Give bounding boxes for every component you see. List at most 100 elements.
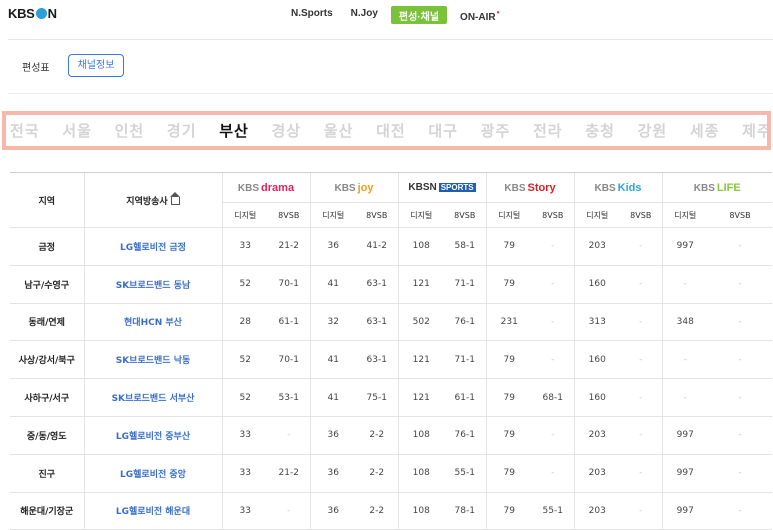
tab-channel-info[interactable]: 채널정보 — [68, 54, 124, 77]
region-tab[interactable]: 울산 — [324, 120, 376, 141]
main-nav: N.Sports N.Joy 편성·채널 ON-AIR• — [282, 6, 508, 24]
digital-subheader: 디지털 — [397, 202, 444, 228]
channel-logo: KBS drama — [238, 182, 294, 194]
8vsb-channel-cell: - — [532, 340, 574, 380]
region-tab[interactable]: 경상 — [271, 120, 323, 141]
kbs-on-logo[interactable]: KBS N — [8, 6, 57, 21]
8vsb-channel-cell: - — [708, 378, 772, 417]
channel-name: Kids — [617, 181, 642, 194]
row-operator-link[interactable]: 현대HCN 부산 — [83, 303, 222, 342]
digital-channel-cell: 203 — [573, 416, 620, 455]
8vsb-channel-cell: 68-1 — [532, 378, 574, 417]
digital-channel-cell: 997 — [661, 492, 708, 530]
digital-channel-cell: 33 — [221, 492, 268, 530]
row-operator-link[interactable]: SK브로드밴드 동남 — [83, 265, 222, 304]
digital-channel-cell: 79 — [485, 227, 532, 266]
8vsb-channel-cell: 76-1 — [444, 416, 486, 455]
nav-nsports[interactable]: N.Sports — [282, 6, 342, 24]
region-tab[interactable]: 광주 — [481, 120, 533, 141]
digital-channel-cell: 231 — [485, 303, 532, 342]
nav-schedule-channel[interactable]: 편성·채널 — [390, 6, 448, 24]
channel-logo: KBSN SPORTS — [408, 182, 476, 193]
digital-channel-cell: 33 — [221, 227, 268, 266]
8vsb-channel-cell: 41-2 — [356, 227, 398, 266]
digital-channel-cell: - — [661, 340, 708, 380]
digital-subheader: 디지털 — [221, 202, 268, 228]
8vsb-channel-cell: - — [708, 265, 772, 304]
digital-channel-cell: 108 — [397, 454, 444, 493]
channel-header: KBS drama — [221, 172, 310, 203]
8vsb-channel-cell: 63-1 — [356, 303, 398, 342]
region-tab[interactable]: 제주 — [742, 120, 767, 141]
row-operator-link[interactable]: SK브로드밴드 서부산 — [83, 378, 222, 417]
col-region-header: 지역 — [10, 172, 84, 228]
region-selector: 전국 서울 인천 경기 부산 경상 울산 대전 대구 광주 전라 충청 강원 세종 제주 — [2, 111, 771, 150]
table-row: 남구/수영구 SK브로드밴드 동남 52 70-1 41 63-1 121 71-1 79-16… — [10, 265, 772, 304]
digital-subheader: 디지털 — [485, 202, 532, 228]
8vsb-channel-cell: - — [532, 265, 574, 304]
nav-njoy[interactable]: N.Joy — [342, 6, 387, 24]
nav-njoy-label: N.Joy — [350, 8, 378, 19]
channel-prefix: KBSN — [408, 182, 437, 193]
digital-channel-cell: 108 — [397, 227, 444, 266]
logo-text-left: KBS — [8, 6, 35, 21]
row-operator-link[interactable]: SK브로드밴드 낙동 — [83, 340, 222, 380]
row-operator-link[interactable]: LG헬로비전 금정 — [83, 227, 222, 266]
digital-channel-cell: 203 — [573, 227, 620, 266]
digital-channel-cell: 160 — [573, 265, 620, 304]
digital-channel-cell: 28 — [221, 303, 268, 342]
row-operator-link[interactable]: LG헬로비전 중부산 — [83, 416, 222, 455]
channel-table: 지역 지역방송사 KBS drama KBS joy KBSN SPORTS KBS Stor… — [10, 172, 772, 530]
region-tab[interactable]: 충청 — [585, 120, 637, 141]
region-tab[interactable]: 대전 — [376, 120, 428, 141]
region-tab[interactable]: 경기 — [167, 120, 219, 141]
region-tab[interactable]: 부산 — [219, 120, 271, 141]
digital-channel-cell: 32 — [309, 303, 356, 342]
digital-channel-cell: 203 — [573, 492, 620, 530]
channel-logo: KBS Story — [504, 181, 556, 194]
8vsb-channel-cell: 71-1 — [444, 340, 486, 380]
channel-name: Story — [527, 181, 556, 194]
region-tab[interactable]: 서울 — [62, 120, 114, 141]
channel-header: KBSN SPORTS — [397, 172, 486, 203]
8vsb-channel-cell: 61-1 — [268, 303, 310, 342]
row-region: 금정 — [10, 227, 84, 266]
table-row: 사상/강서/북구 SK브로드밴드 낙동 52 70-1 41 63-1 121 71-1 79-… — [10, 340, 772, 380]
channel-logo: KBS Kids — [595, 181, 642, 194]
home-icon — [169, 191, 180, 205]
8vsb-channel-cell: 2-2 — [356, 416, 398, 455]
digital-channel-cell: 79 — [485, 416, 532, 455]
digital-channel-cell: 36 — [309, 227, 356, 266]
region-tab[interactable]: 세종 — [690, 120, 742, 141]
8vsb-channel-cell: 71-1 — [444, 265, 486, 304]
region-tab[interactable]: 강원 — [638, 120, 690, 141]
digital-channel-cell: 41 — [309, 265, 356, 304]
8vsb-channel-cell: - — [620, 227, 662, 266]
digital-channel-cell: 33 — [221, 416, 268, 455]
8vsb-channel-cell: - — [268, 492, 310, 530]
8vsb-channel-cell: - — [532, 416, 574, 455]
region-tab[interactable]: 인천 — [115, 120, 167, 141]
row-operator-link[interactable]: LG헬로비전 해운대 — [83, 492, 222, 530]
digital-channel-cell: 79 — [485, 378, 532, 417]
region-tab[interactable]: 전국 — [10, 120, 62, 141]
8vsb-channel-cell: - — [620, 303, 662, 342]
row-region: 해운대/기장군 — [10, 492, 84, 530]
table-row: 사하구/서구 SK브로드밴드 서부산 52 53-1 41 75-1 121 61-1 79 68… — [10, 378, 772, 417]
logo-text-right: N — [47, 6, 57, 21]
channel-prefix: KBS — [693, 182, 715, 194]
8vsb-channel-cell: - — [620, 378, 662, 417]
digital-channel-cell: 203 — [573, 454, 620, 493]
nav-onair[interactable]: ON-AIR• — [451, 6, 508, 24]
8vsb-channel-cell: - — [620, 416, 662, 455]
digital-channel-cell: 108 — [397, 416, 444, 455]
digital-channel-cell: 121 — [397, 378, 444, 417]
header-divider — [8, 39, 773, 40]
nav-onair-label: ON-AIR — [460, 12, 496, 23]
row-operator-link[interactable]: LG헬로비전 중앙 — [83, 454, 222, 493]
region-tab[interactable]: 대구 — [428, 120, 480, 141]
digital-subheader: 디지털 — [661, 202, 708, 228]
digital-channel-cell: 348 — [661, 303, 708, 342]
region-tab[interactable]: 전라 — [533, 120, 585, 141]
tab-schedule[interactable]: 편성표 — [22, 59, 50, 74]
